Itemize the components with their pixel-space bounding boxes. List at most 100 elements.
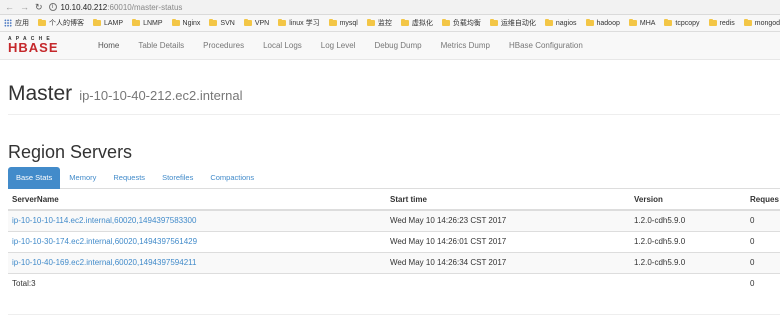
url-path: :60010/master-status xyxy=(107,2,183,12)
tab-storefiles[interactable]: Storefiles xyxy=(154,167,201,189)
back-icon[interactable]: ← xyxy=(5,2,14,12)
server-name-cell: ip-10-10-30-174.ec2.internal,60020,14943… xyxy=(8,230,386,252)
bookmark-label: 个人的博客 xyxy=(49,20,84,27)
info-icon[interactable]: i xyxy=(48,3,57,11)
bookmark-folder[interactable]: LAMP xyxy=(93,19,124,27)
master-header: Master ip-10-10-40-212.ec2.internal xyxy=(8,82,243,106)
logo-hbase-text: HBASE xyxy=(8,40,59,55)
bookmark-label: mongodb xyxy=(754,19,780,27)
bookmark-label: redis xyxy=(719,19,735,27)
bookmark-folder[interactable]: nagios xyxy=(544,19,577,27)
page-title: Master xyxy=(8,82,73,105)
bookmark-label: hadoop xyxy=(596,19,620,27)
bookmark-label: 监控 xyxy=(377,20,392,27)
server-link[interactable]: ip-10-10-10-114.ec2.internal,60020,14943… xyxy=(12,216,196,225)
folder-icon xyxy=(400,19,409,26)
nav-links: Home Table Details Procedures Local Logs… xyxy=(98,41,602,50)
nav-log-level[interactable]: Log Level xyxy=(321,41,356,50)
server-name-cell: ip-10-10-40-169.ec2.internal,60020,14943… xyxy=(8,251,386,273)
hbase-navbar: APACHE HBASE Home Table Details Procedur… xyxy=(0,32,780,60)
tab-compactions[interactable]: Compactions xyxy=(202,167,262,189)
tab-memory[interactable]: Memory xyxy=(61,167,104,189)
version-cell: 1.2.0-cdh5.9.0 xyxy=(630,209,746,231)
bookmark-folder[interactable]: linux 学习 xyxy=(278,18,320,28)
table-row: ip-10-10-30-174.ec2.internal,60020,14943… xyxy=(8,230,780,252)
forward-icon[interactable]: → xyxy=(20,2,29,12)
hbase-logo[interactable]: APACHE HBASE xyxy=(8,37,80,55)
start-time-cell: Wed May 10 14:26:34 CST 2017 xyxy=(386,251,630,273)
folder-icon xyxy=(743,19,752,26)
nav-metrics-dump[interactable]: Metrics Dump xyxy=(441,41,490,50)
folder-icon xyxy=(209,19,218,26)
total-empty-cell xyxy=(386,272,630,294)
folder-icon xyxy=(132,19,141,26)
bookmark-folder[interactable]: hadoop xyxy=(585,19,620,27)
bookmark-folder[interactable]: 虚拟化 xyxy=(400,18,433,28)
bookmark-folder[interactable]: redis xyxy=(708,19,735,27)
bookmark-folder[interactable]: 运维自动化 xyxy=(489,18,536,28)
bookmark-folder[interactable]: LNMP xyxy=(132,19,163,27)
column-header-start-time: Start time xyxy=(386,189,630,211)
bookmark-label: 应用 xyxy=(15,20,29,27)
server-link[interactable]: ip-10-10-30-174.ec2.internal,60020,14943… xyxy=(12,237,197,246)
server-link[interactable]: ip-10-10-40-169.ec2.internal,60020,14943… xyxy=(12,258,196,267)
folder-icon xyxy=(489,19,498,26)
bookmark-folder[interactable]: 负载均衡 xyxy=(441,18,481,28)
folder-icon xyxy=(328,19,337,26)
table-row: ip-10-10-40-169.ec2.internal,60020,14943… xyxy=(8,251,780,273)
bookmark-folder[interactable]: mysql xyxy=(328,19,358,27)
tab-requests[interactable]: Requests xyxy=(105,167,153,189)
bookmark-folder[interactable]: VPN xyxy=(243,19,270,27)
folder-icon xyxy=(278,19,287,26)
table-row: ip-10-10-10-114.ec2.internal,60020,14943… xyxy=(8,209,780,231)
region-servers-tabs: Base Stats Memory Requests Storefiles Co… xyxy=(8,167,780,189)
column-header-servername: ServerName xyxy=(8,189,386,211)
apps-grid-icon xyxy=(4,19,12,27)
bookmark-folder[interactable]: SVN xyxy=(209,19,235,27)
folder-icon xyxy=(708,19,717,26)
folder-icon xyxy=(243,19,252,26)
table-total-row: Total:3 0 xyxy=(8,272,780,294)
bookmark-label: SVN xyxy=(220,19,235,27)
tab-base-stats[interactable]: Base Stats xyxy=(8,167,61,189)
bookmark-folder[interactable]: mongodb xyxy=(743,19,780,27)
bookmark-label: linux 学习 xyxy=(289,20,320,27)
nav-home[interactable]: Home xyxy=(98,41,119,50)
divider xyxy=(8,314,780,315)
nav-debug-dump[interactable]: Debug Dump xyxy=(374,41,421,50)
start-time-cell: Wed May 10 14:26:23 CST 2017 xyxy=(386,209,630,231)
folder-icon xyxy=(38,19,46,26)
total-empty-cell xyxy=(630,272,746,294)
nav-table-details[interactable]: Table Details xyxy=(138,41,184,50)
start-time-cell: Wed May 10 14:26:01 CST 2017 xyxy=(386,230,630,252)
server-name-cell: ip-10-10-10-114.ec2.internal,60020,14943… xyxy=(8,209,386,231)
bookmark-label: 运维自动化 xyxy=(500,20,536,27)
nav-hbase-configuration[interactable]: HBase Configuration xyxy=(509,41,583,50)
nav-procedures[interactable]: Procedures xyxy=(203,41,244,50)
bookmark-label: VPN xyxy=(254,19,270,27)
master-hostname: ip-10-10-40-212.ec2.internal xyxy=(79,88,243,103)
bookmark-folder[interactable]: tcpcopy xyxy=(664,19,700,27)
total-label-cell: Total:3 xyxy=(8,272,386,294)
folder-icon xyxy=(441,19,450,26)
bookmark-label: tcpcopy xyxy=(675,19,700,27)
version-cell: 1.2.0-cdh5.9.0 xyxy=(630,230,746,252)
folder-icon xyxy=(628,19,637,26)
region-servers-table: ServerName Start time Version Reques ip-… xyxy=(8,189,780,294)
bookmark-folder[interactable]: MHA xyxy=(628,19,655,27)
bookmark-apps[interactable]: 应用 xyxy=(4,18,29,28)
bookmark-label: Nginx xyxy=(182,19,201,27)
reload-icon[interactable]: ↻ xyxy=(35,2,43,13)
bookmark-label: LAMP xyxy=(104,19,124,27)
bookmarks-bar: 应用 个人的博客 LAMP LNMP Nginx SVN VPN linux 学… xyxy=(0,15,780,32)
folder-icon xyxy=(93,19,101,26)
total-requests-cell: 0 xyxy=(746,272,780,294)
bookmark-label: mysql xyxy=(339,19,358,27)
bookmark-folder[interactable]: 个人的博客 xyxy=(38,18,84,28)
requests-cell: 0 xyxy=(746,230,780,252)
folder-icon xyxy=(366,19,375,26)
bookmark-folder[interactable]: Nginx xyxy=(171,19,201,27)
bookmark-folder[interactable]: 监控 xyxy=(366,18,392,28)
nav-local-logs[interactable]: Local Logs xyxy=(263,41,302,50)
url-field[interactable]: 10.10.40.212:60010/master-status xyxy=(61,3,183,12)
